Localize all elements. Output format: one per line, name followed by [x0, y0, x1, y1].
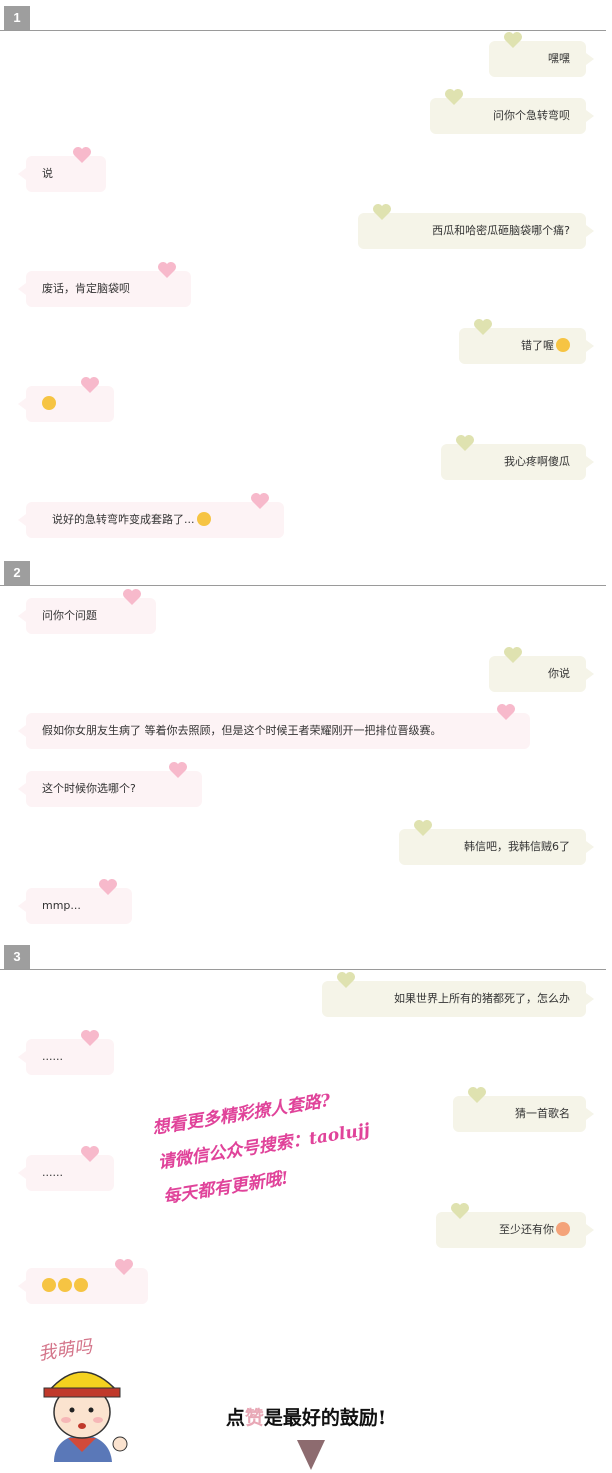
message-text: ...... — [42, 1166, 63, 1179]
chat-bubble-left: mmp... — [18, 879, 132, 924]
message-text: 我心疼啊傻瓜 — [504, 455, 570, 468]
facepalm-emoji-icon — [58, 1278, 72, 1292]
message-text: mmp... — [42, 899, 81, 912]
chat-bubble-right: 问你个急转弯呗 — [430, 89, 594, 134]
chat-bubble-right: 猜一首歌名 — [453, 1087, 594, 1132]
heart-icon — [72, 146, 92, 166]
message-text: 问你个急转弯呗 — [493, 109, 570, 122]
message-text: 假如你女朋友生病了 等着你去照顾，但是这个时候王者荣耀刚开一把排位晋级赛。 — [42, 724, 442, 737]
heart-icon — [444, 88, 464, 108]
chat-bubble-left: ...... — [18, 1030, 114, 1075]
promo-watermark: 想看更多精彩撩人套路? 请微信公众号搜索：taolujj 每天都有更新哦! — [150, 1065, 463, 1216]
message-text: ...... — [42, 1050, 63, 1063]
chat-bubble-left: 说好的急转弯咋变成套路了... — [18, 493, 284, 538]
heart-icon — [413, 819, 433, 839]
message-text: 你说 — [548, 667, 570, 680]
chat-bubble-right: 我心疼啊傻瓜 — [441, 435, 594, 480]
heart-icon — [503, 31, 523, 51]
section-number: 2 — [4, 561, 30, 585]
facepalm-emoji-icon — [42, 1278, 56, 1292]
message-text: 错了喔 — [521, 339, 554, 352]
chat-bubble-left: 说 — [18, 147, 106, 192]
pig-emoji-icon — [556, 1222, 570, 1236]
chat-bubble-left: 假如你女朋友生病了 等着你去照顾，但是这个时候王者荣耀刚开一把排位晋级赛。 — [18, 704, 530, 749]
heart-icon — [168, 761, 188, 781]
heart-icon — [114, 1258, 134, 1278]
heart-icon — [122, 588, 142, 608]
heart-icon — [336, 971, 356, 991]
heart-icon — [80, 1145, 100, 1165]
heart-icon — [80, 1029, 100, 1049]
chat-bubble-right: 嘿嘿 — [489, 32, 594, 77]
chat-bubble-right: 你说 — [489, 647, 594, 692]
message-text: 韩信吧，我韩信贼6了 — [464, 840, 570, 853]
heart-icon — [496, 703, 516, 723]
chat-bubble-left: ...... — [18, 1146, 114, 1191]
message-text: 问你个问题 — [42, 609, 97, 622]
mascot-boy-illustration — [43, 1371, 128, 1462]
heart-icon — [450, 1202, 470, 1222]
chat-bubble-left: 问你个问题 — [18, 589, 156, 634]
heart-icon — [98, 878, 118, 898]
message-text: 西瓜和哈密瓜砸脑袋哪个痛? — [432, 224, 570, 237]
flushed-emoji-icon — [42, 396, 56, 410]
heart-icon — [250, 492, 270, 512]
cta-prefix: 点 — [225, 1407, 245, 1429]
message-text: 说 — [42, 167, 53, 180]
message-text: 这个时候你选哪个? — [42, 782, 136, 795]
heart-icon — [80, 376, 100, 396]
heart-icon — [455, 434, 475, 454]
section-header-3: 3 — [0, 943, 606, 970]
message-text: 说好的急转弯咋变成套路了... — [52, 513, 195, 526]
heart-icon — [473, 318, 493, 338]
section-header-2: 2 — [0, 559, 606, 586]
section-number: 1 — [4, 6, 30, 30]
message-text: 嘿嘿 — [548, 52, 570, 65]
arrow-down-icon — [297, 1440, 325, 1470]
message-text: 至少还有你 — [499, 1223, 554, 1236]
heart-icon — [503, 646, 523, 666]
cta-highlight: 赞 — [244, 1407, 264, 1429]
chat-bubble-left: 这个时候你选哪个? — [18, 762, 202, 807]
chat-bubble-right: 如果世界上所有的猪都死了，怎么办 — [322, 972, 594, 1017]
cta-suffix: 是最好的鼓励! — [263, 1407, 387, 1429]
message-text: 废话，肯定脑袋呗 — [42, 282, 130, 295]
like-call-to-action: 点赞是最好的鼓励! — [0, 1403, 612, 1430]
section-header-1: 1 — [0, 4, 606, 31]
heart-icon — [467, 1086, 487, 1106]
chat-bubble-right: 错了喔 — [459, 319, 594, 364]
flushed-emoji-icon — [556, 338, 570, 352]
chat-bubble-right: 韩信吧，我韩信贼6了 — [399, 820, 594, 865]
chat-bubble-left: 废话，肯定脑袋呗 — [18, 262, 191, 307]
message-text: 猜一首歌名 — [515, 1107, 570, 1120]
facepalm-emoji-icon — [74, 1278, 88, 1292]
section-number: 3 — [4, 945, 30, 969]
message-text: 如果世界上所有的猪都死了，怎么办 — [394, 992, 570, 1005]
chat-bubble-right: 至少还有你 — [436, 1203, 594, 1248]
heart-icon — [372, 203, 392, 223]
facepalm-emoji-icon — [196, 512, 211, 526]
chat-bubble-left — [18, 1259, 148, 1304]
chat-bubble-right: 西瓜和哈密瓜砸脑袋哪个痛? — [358, 204, 594, 249]
heart-icon — [157, 261, 177, 281]
chat-bubble-left — [18, 377, 114, 422]
